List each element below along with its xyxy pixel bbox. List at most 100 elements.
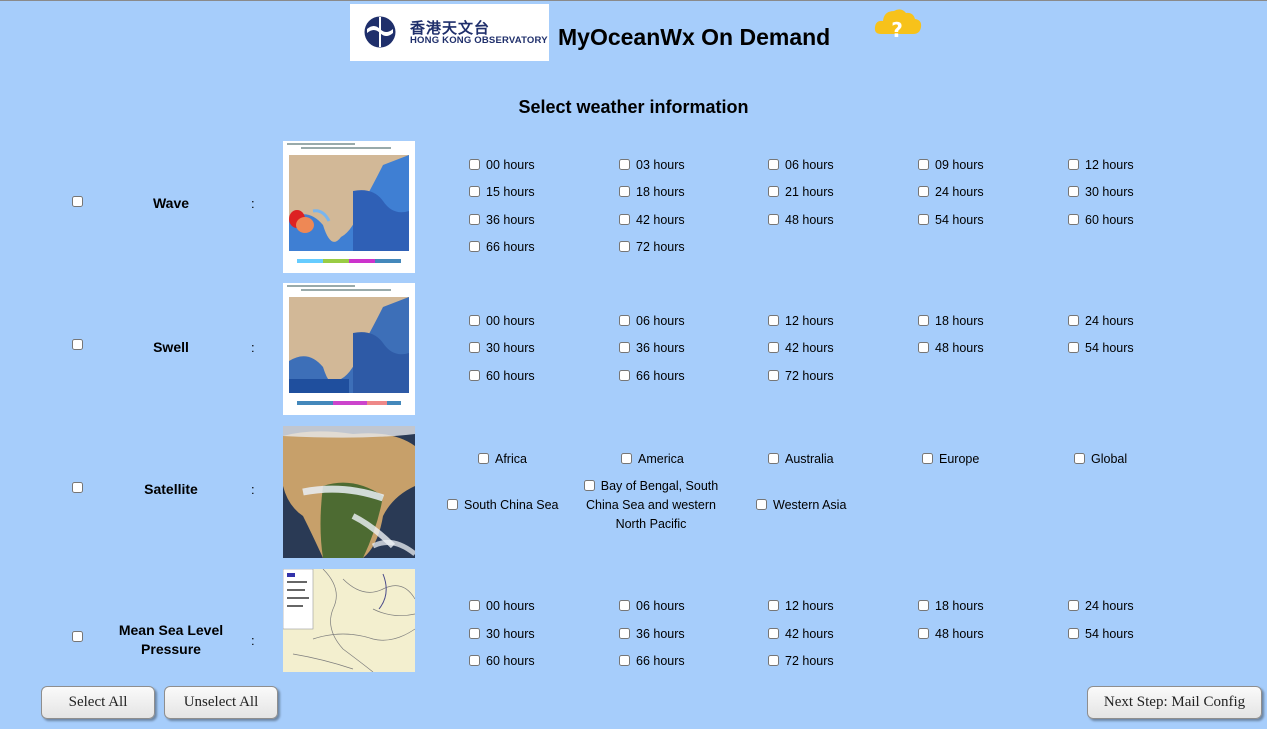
satellite-option-checkbox[interactable] bbox=[621, 453, 632, 464]
satellite-option-checkbox[interactable] bbox=[756, 499, 767, 510]
swell-option[interactable]: 42 hours bbox=[768, 341, 834, 356]
swell-option[interactable]: 06 hours bbox=[619, 314, 685, 329]
wave-option[interactable]: 18 hours bbox=[619, 185, 685, 200]
satellite-option[interactable]: Europe bbox=[922, 452, 979, 467]
mslp-option-checkbox[interactable] bbox=[619, 600, 630, 611]
swell-option[interactable]: 24 hours bbox=[1068, 314, 1134, 329]
satellite-option[interactable]: Bay of Bengal, South China Sea and weste… bbox=[576, 477, 726, 534]
swell-option-checkbox[interactable] bbox=[619, 342, 630, 353]
mslp-option[interactable]: 48 hours bbox=[918, 627, 984, 642]
wave-option[interactable]: 00 hours bbox=[469, 158, 535, 173]
satellite-option-checkbox[interactable] bbox=[478, 453, 489, 464]
satellite-option-checkbox[interactable] bbox=[922, 453, 933, 464]
swell-main-checkbox[interactable] bbox=[72, 339, 83, 350]
wave-option-checkbox[interactable] bbox=[469, 241, 480, 252]
swell-option[interactable]: 36 hours bbox=[619, 341, 685, 356]
satellite-option[interactable]: Africa bbox=[478, 452, 527, 467]
swell-option-checkbox[interactable] bbox=[619, 370, 630, 381]
swell-option[interactable]: 60 hours bbox=[469, 369, 535, 384]
swell-option-checkbox[interactable] bbox=[619, 315, 630, 326]
swell-option-checkbox[interactable] bbox=[469, 370, 480, 381]
mslp-option-checkbox[interactable] bbox=[619, 655, 630, 666]
satellite-option[interactable]: Western Asia bbox=[756, 498, 846, 513]
swell-option-checkbox[interactable] bbox=[768, 315, 779, 326]
swell-option-checkbox[interactable] bbox=[469, 315, 480, 326]
satellite-option[interactable]: Global bbox=[1074, 452, 1127, 467]
wave-option[interactable]: 21 hours bbox=[768, 185, 834, 200]
wave-option-checkbox[interactable] bbox=[469, 159, 480, 170]
wave-option-checkbox[interactable] bbox=[469, 186, 480, 197]
mslp-option-checkbox[interactable] bbox=[1068, 600, 1079, 611]
swell-option[interactable]: 66 hours bbox=[619, 369, 685, 384]
wave-option-checkbox[interactable] bbox=[918, 186, 929, 197]
mslp-option[interactable]: 06 hours bbox=[619, 599, 685, 614]
mslp-option-checkbox[interactable] bbox=[768, 655, 779, 666]
swell-option-checkbox[interactable] bbox=[768, 370, 779, 381]
wave-option-checkbox[interactable] bbox=[918, 159, 929, 170]
wave-option[interactable]: 24 hours bbox=[918, 185, 984, 200]
wave-main-checkbox[interactable] bbox=[72, 196, 83, 207]
wave-option-checkbox[interactable] bbox=[768, 214, 779, 225]
satellite-option-checkbox[interactable] bbox=[1074, 453, 1085, 464]
satellite-option[interactable]: Australia bbox=[768, 452, 834, 467]
wave-option-checkbox[interactable] bbox=[619, 186, 630, 197]
wave-option-checkbox[interactable] bbox=[1068, 214, 1079, 225]
swell-option[interactable]: 12 hours bbox=[768, 314, 834, 329]
swell-option-checkbox[interactable] bbox=[1068, 342, 1079, 353]
help-cloud-icon[interactable]: ? bbox=[873, 4, 923, 44]
wave-option[interactable]: 42 hours bbox=[619, 213, 685, 228]
select-all-button[interactable]: Select All bbox=[41, 686, 155, 719]
satellite-option-checkbox[interactable] bbox=[768, 453, 779, 464]
mslp-option-checkbox[interactable] bbox=[469, 628, 480, 639]
mslp-option-checkbox[interactable] bbox=[768, 600, 779, 611]
wave-option-checkbox[interactable] bbox=[918, 214, 929, 225]
wave-option-checkbox[interactable] bbox=[619, 241, 630, 252]
wave-option[interactable]: 48 hours bbox=[768, 213, 834, 228]
mslp-option[interactable]: 00 hours bbox=[469, 599, 535, 614]
wave-option[interactable]: 66 hours bbox=[469, 240, 535, 255]
mslp-option[interactable]: 12 hours bbox=[768, 599, 834, 614]
mslp-option-checkbox[interactable] bbox=[768, 628, 779, 639]
wave-option[interactable]: 09 hours bbox=[918, 158, 984, 173]
wave-option[interactable]: 30 hours bbox=[1068, 185, 1134, 200]
satellite-option-checkbox[interactable] bbox=[583, 480, 595, 491]
wave-option[interactable]: 36 hours bbox=[469, 213, 535, 228]
wave-option-checkbox[interactable] bbox=[768, 159, 779, 170]
mslp-option[interactable]: 54 hours bbox=[1068, 627, 1134, 642]
mslp-option-checkbox[interactable] bbox=[469, 600, 480, 611]
satellite-option[interactable]: America bbox=[621, 452, 684, 467]
unselect-all-button[interactable]: Unselect All bbox=[164, 686, 278, 719]
mslp-option[interactable]: 72 hours bbox=[768, 654, 834, 669]
wave-option-checkbox[interactable] bbox=[1068, 186, 1079, 197]
swell-option[interactable]: 72 hours bbox=[768, 369, 834, 384]
wave-option[interactable]: 12 hours bbox=[1068, 158, 1134, 173]
mslp-option-checkbox[interactable] bbox=[918, 628, 929, 639]
wave-option[interactable]: 60 hours bbox=[1068, 213, 1134, 228]
wave-option[interactable]: 72 hours bbox=[619, 240, 685, 255]
mslp-option-checkbox[interactable] bbox=[469, 655, 480, 666]
wave-option[interactable]: 03 hours bbox=[619, 158, 685, 173]
wave-option-checkbox[interactable] bbox=[768, 186, 779, 197]
mslp-option[interactable]: 24 hours bbox=[1068, 599, 1134, 614]
mslp-option[interactable]: 18 hours bbox=[918, 599, 984, 614]
mslp-option-checkbox[interactable] bbox=[1068, 628, 1079, 639]
swell-option[interactable]: 54 hours bbox=[1068, 341, 1134, 356]
swell-option-checkbox[interactable] bbox=[469, 342, 480, 353]
wave-option-checkbox[interactable] bbox=[469, 214, 480, 225]
swell-option-checkbox[interactable] bbox=[918, 342, 929, 353]
wave-option[interactable]: 06 hours bbox=[768, 158, 834, 173]
mslp-option[interactable]: 42 hours bbox=[768, 627, 834, 642]
mslp-main-checkbox[interactable] bbox=[72, 631, 83, 642]
mslp-option[interactable]: 60 hours bbox=[469, 654, 535, 669]
satellite-main-checkbox[interactable] bbox=[72, 482, 83, 493]
swell-option-checkbox[interactable] bbox=[918, 315, 929, 326]
mslp-option-checkbox[interactable] bbox=[918, 600, 929, 611]
swell-option-checkbox[interactable] bbox=[768, 342, 779, 353]
satellite-option[interactable]: South China Sea bbox=[447, 498, 559, 513]
swell-option[interactable]: 00 hours bbox=[469, 314, 535, 329]
mslp-option[interactable]: 66 hours bbox=[619, 654, 685, 669]
swell-option[interactable]: 48 hours bbox=[918, 341, 984, 356]
wave-option-checkbox[interactable] bbox=[619, 159, 630, 170]
mslp-option-checkbox[interactable] bbox=[619, 628, 630, 639]
swell-option[interactable]: 30 hours bbox=[469, 341, 535, 356]
